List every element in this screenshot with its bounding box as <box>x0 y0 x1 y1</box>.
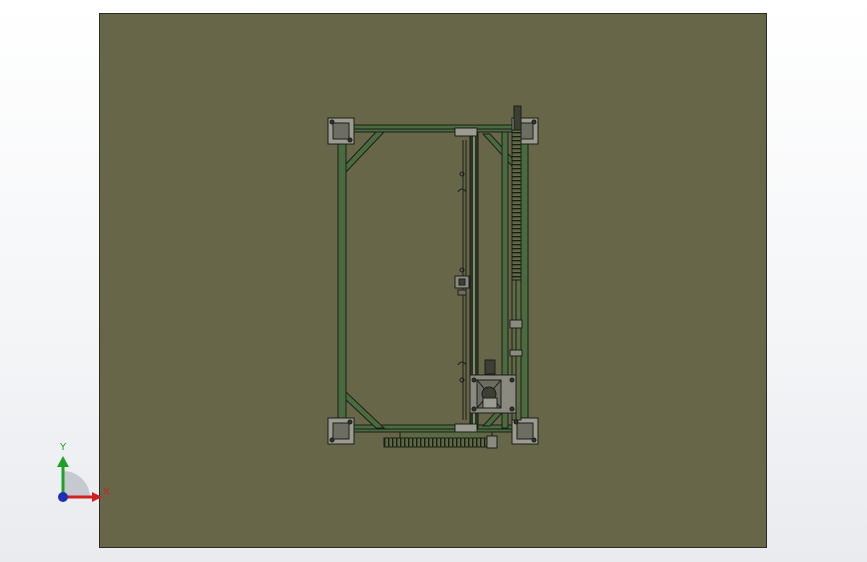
triad-y-arrow <box>57 456 69 467</box>
triad-y-label: Y <box>60 442 67 453</box>
triad-arc <box>63 471 90 498</box>
coordinate-triad <box>57 456 102 502</box>
triad-x-label: X <box>103 487 110 498</box>
cad-graphics-area[interactable]: Y X <box>0 0 867 562</box>
triad-x-arrow <box>92 492 102 502</box>
triad-z-axis <box>58 492 68 502</box>
